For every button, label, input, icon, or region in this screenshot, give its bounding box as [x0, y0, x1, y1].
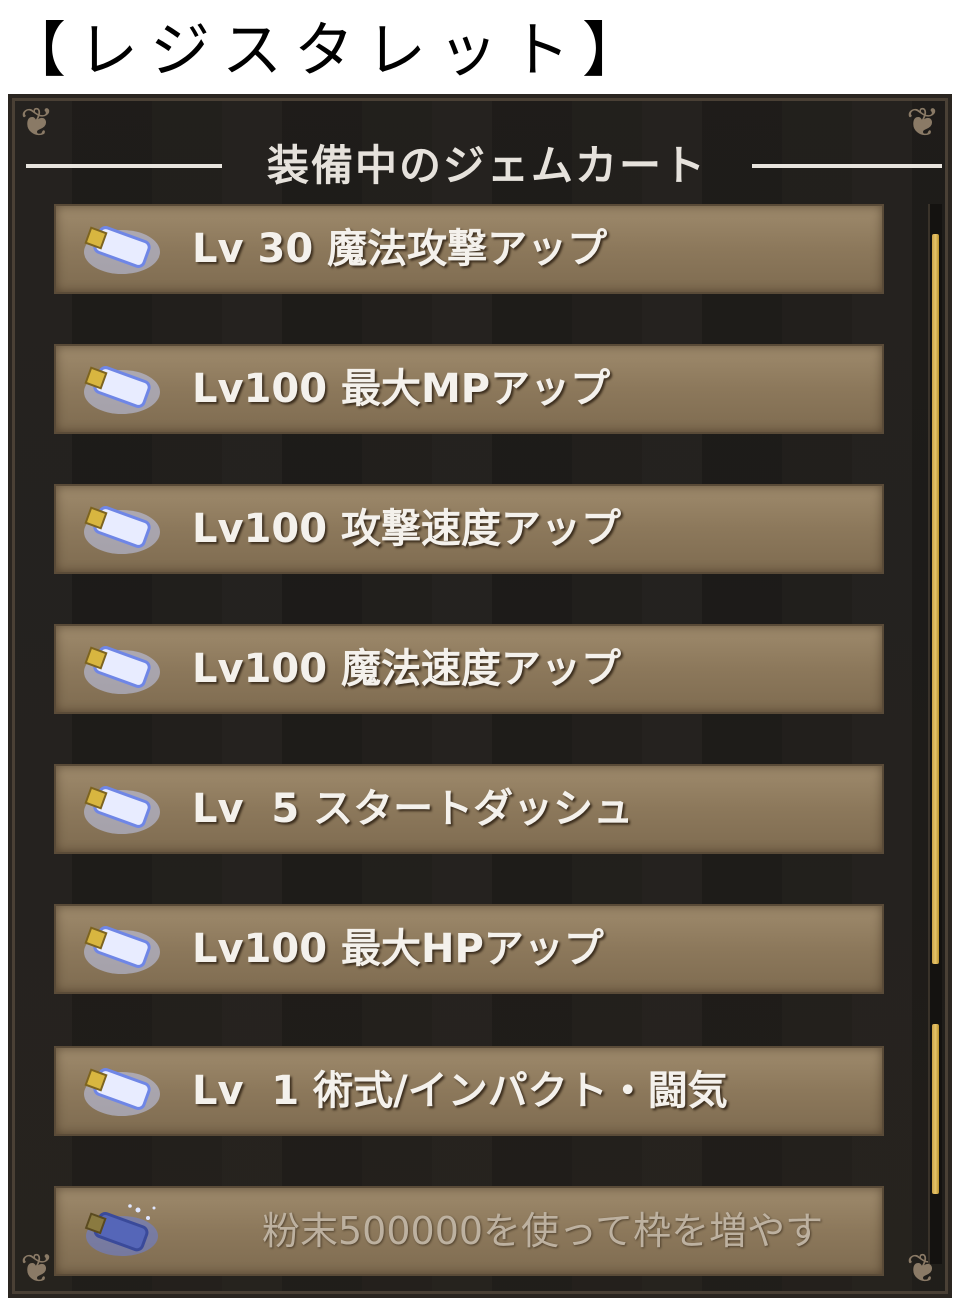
gem-label: Lv 1 術式/インパクト・闘気 — [192, 1068, 728, 1114]
scrollbar-thumb[interactable] — [932, 234, 939, 964]
gem-cart-icon — [84, 646, 160, 694]
gem-slot[interactable]: Lv100 最大HPアップ — [54, 904, 884, 994]
gem-cart-icon — [84, 1068, 160, 1116]
gem-label: Lv 30 魔法攻撃アップ — [192, 226, 608, 272]
gem-powder-icon — [84, 1204, 158, 1256]
scrollbar-track[interactable] — [928, 204, 942, 1264]
gem-cart-panel: ❦ ❦ ❦ ❦ 装備中のジェムカート Lv 30 魔法攻撃アップ Lv100 最… — [8, 94, 952, 1298]
gem-slot[interactable]: Lv 5 スタートダッシュ — [54, 764, 884, 854]
gem-cart-icon — [84, 226, 160, 274]
gem-cart-icon — [84, 366, 160, 414]
gem-cart-icon — [84, 786, 160, 834]
gem-slot[interactable]: Lv100 最大MPアップ — [54, 344, 884, 434]
gem-label: Lv100 最大HPアップ — [192, 926, 604, 972]
gem-label: Lv100 最大MPアップ — [192, 366, 611, 412]
gem-cart-icon — [84, 506, 160, 554]
gem-label: Lv100 攻撃速度アップ — [192, 506, 621, 552]
gem-slot[interactable]: Lv 1 術式/インパクト・闘気 — [54, 1046, 884, 1136]
add-slot-label: 粉末500000を使って枠を増やす — [262, 1209, 824, 1253]
gem-slot[interactable]: Lv100 魔法速度アップ — [54, 624, 884, 714]
gem-slot[interactable]: Lv 30 魔法攻撃アップ — [54, 204, 884, 294]
header-divider — [752, 164, 942, 168]
gem-slot[interactable]: Lv100 攻撃速度アップ — [54, 484, 884, 574]
gem-label: Lv 5 スタートダッシュ — [192, 786, 634, 832]
gem-label: Lv100 魔法速度アップ — [192, 646, 621, 692]
panel-header: 装備中のジェムカート — [12, 136, 948, 196]
header-divider — [26, 164, 222, 168]
panel-title: 装備中のジェムカート — [266, 141, 707, 190]
add-slot-button[interactable]: 粉末500000を使って枠を増やす — [54, 1186, 884, 1276]
scrollbar-thumb[interactable] — [932, 1024, 939, 1194]
gem-cart-icon — [84, 926, 160, 974]
page-title: 【レジスタレット】 — [6, 16, 654, 86]
